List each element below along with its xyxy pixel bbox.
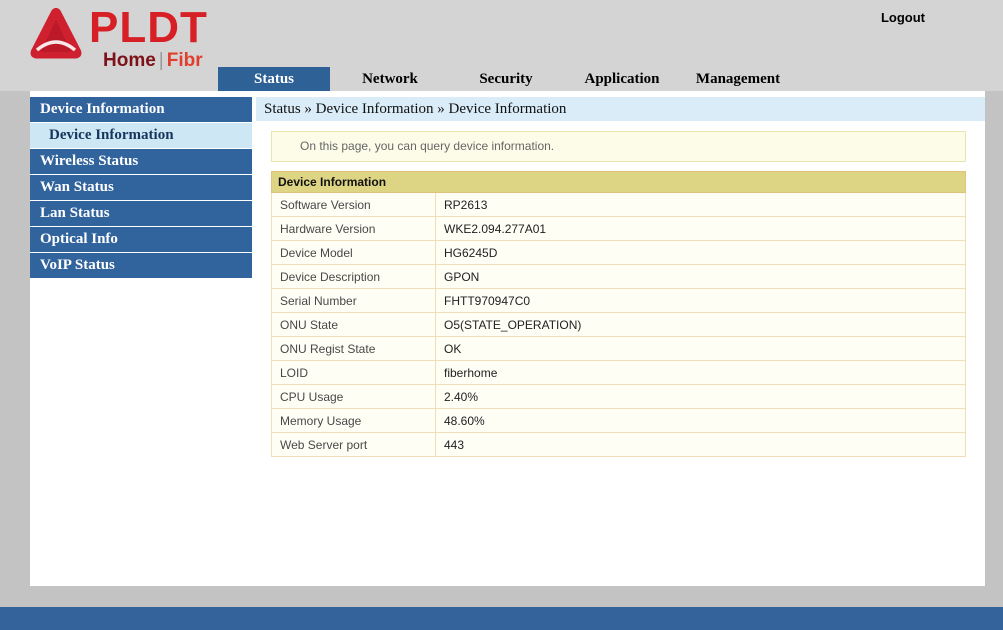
- row-label: Serial Number: [272, 289, 436, 313]
- page-notice: On this page, you can query device infor…: [271, 131, 966, 162]
- row-value: 48.60%: [436, 409, 966, 433]
- tab-management[interactable]: Management: [682, 67, 794, 91]
- table-row: Hardware VersionWKE2.094.277A01: [272, 217, 966, 241]
- logo-text: PLDT Home|Fibr: [89, 5, 208, 72]
- tab-application[interactable]: Application: [566, 67, 678, 91]
- footer-bar: [0, 607, 1003, 630]
- table-row: ONU StateO5(STATE_OPERATION): [272, 313, 966, 337]
- table-row: Web Server port443: [272, 433, 966, 457]
- sidebar-item-device-information[interactable]: Device Information: [30, 97, 252, 122]
- table-row: Software VersionRP2613: [272, 193, 966, 217]
- row-value: fiberhome: [436, 361, 966, 385]
- row-label: Device Description: [272, 265, 436, 289]
- device-info-table: Device Information Software VersionRP261…: [271, 171, 966, 457]
- table-row: LOIDfiberhome: [272, 361, 966, 385]
- row-label: Software Version: [272, 193, 436, 217]
- content-panel: Device InformationDevice InformationWire…: [30, 91, 985, 586]
- brand-home: Home: [103, 50, 156, 71]
- logout-button[interactable]: Logout: [881, 10, 925, 25]
- table-row: Serial NumberFHTT970947C0: [272, 289, 966, 313]
- table-row: ONU Regist StateOK: [272, 337, 966, 361]
- row-value: O5(STATE_OPERATION): [436, 313, 966, 337]
- row-label: CPU Usage: [272, 385, 436, 409]
- table-row: Device DescriptionGPON: [272, 265, 966, 289]
- sidebar-item-voip-status[interactable]: VoIP Status: [30, 253, 252, 278]
- sidebar-subitem-device-information[interactable]: Device Information: [30, 123, 252, 148]
- row-label: Memory Usage: [272, 409, 436, 433]
- breadcrumb: Status » Device Information » Device Inf…: [256, 97, 985, 121]
- tab-network[interactable]: Network: [334, 67, 446, 91]
- row-label: Hardware Version: [272, 217, 436, 241]
- table-row: Device ModelHG6245D: [272, 241, 966, 265]
- nav-tabs: StatusNetworkSecurityApplicationManageme…: [218, 67, 798, 91]
- sidebar-item-wireless-status[interactable]: Wireless Status: [30, 149, 252, 174]
- row-value: 443: [436, 433, 966, 457]
- table-row: CPU Usage2.40%: [272, 385, 966, 409]
- page-header: PLDT Home|Fibr Logout StatusNetworkSecur…: [0, 0, 1003, 91]
- row-value: WKE2.094.277A01: [436, 217, 966, 241]
- device-table-body: Software VersionRP2613Hardware VersionWK…: [272, 193, 966, 457]
- brand-fibr: Fibr: [167, 50, 203, 71]
- row-label: LOID: [272, 361, 436, 385]
- pldt-triangle-icon: [28, 5, 84, 63]
- brand-name: PLDT: [89, 5, 208, 51]
- sidebar-item-optical-info[interactable]: Optical Info: [30, 227, 252, 252]
- row-value: GPON: [436, 265, 966, 289]
- row-value: HG6245D: [436, 241, 966, 265]
- tab-status[interactable]: Status: [218, 67, 330, 91]
- brand-separator: |: [156, 50, 167, 71]
- main-area: Status » Device Information » Device Inf…: [256, 97, 985, 457]
- row-value: RP2613: [436, 193, 966, 217]
- sidebar-item-lan-status[interactable]: Lan Status: [30, 201, 252, 226]
- row-label: Web Server port: [272, 433, 436, 457]
- sidebar: Device InformationDevice InformationWire…: [30, 97, 252, 279]
- row-label: ONU State: [272, 313, 436, 337]
- tab-security[interactable]: Security: [450, 67, 562, 91]
- brand-subtitle: Home|Fibr: [89, 50, 208, 72]
- row-value: FHTT970947C0: [436, 289, 966, 313]
- row-value: OK: [436, 337, 966, 361]
- row-label: ONU Regist State: [272, 337, 436, 361]
- table-row: Memory Usage48.60%: [272, 409, 966, 433]
- sidebar-item-wan-status[interactable]: Wan Status: [30, 175, 252, 200]
- table-title: Device Information: [272, 172, 966, 193]
- pldt-logo: PLDT Home|Fibr: [28, 5, 208, 72]
- row-label: Device Model: [272, 241, 436, 265]
- row-value: 2.40%: [436, 385, 966, 409]
